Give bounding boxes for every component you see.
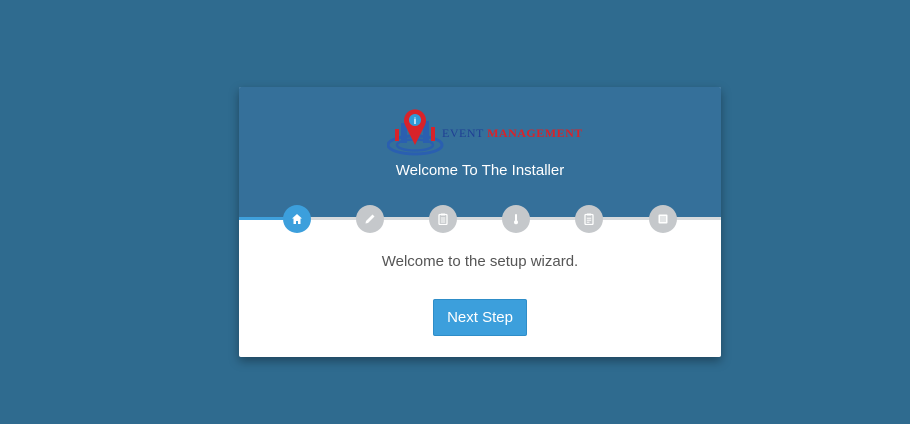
card-header: i EVENT MANAGEMENT Welcome To The Instal…: [239, 87, 721, 219]
step-home[interactable]: [283, 205, 311, 233]
step-list[interactable]: [649, 205, 677, 233]
map-pin-building-icon: i: [387, 109, 444, 156]
step-thermometer[interactable]: [502, 205, 530, 233]
logo-word-management: MANAGEMENT: [487, 126, 583, 140]
clipboard-list-icon: [584, 213, 594, 225]
clipboard-icon: [438, 213, 448, 225]
event-management-logo: i EVENT MANAGEMENT: [387, 105, 582, 157]
list-icon: [658, 214, 668, 224]
step-clipboard-list[interactable]: [575, 205, 603, 233]
logo-pin-letter: i: [414, 116, 417, 126]
home-icon: [292, 214, 302, 224]
pencil-icon: [365, 214, 375, 224]
installer-title: Welcome To The Installer: [395, 162, 565, 179]
welcome-message: Welcome to the setup wizard.: [381, 253, 579, 270]
thermometer-icon: [514, 214, 518, 225]
installer-card: i EVENT MANAGEMENT Welcome To The Instal…: [239, 87, 721, 357]
step-clipboard[interactable]: [429, 205, 457, 233]
logo-word-event: EVENT: [442, 126, 484, 140]
logo-wordmark: EVENT MANAGEMENT: [442, 126, 583, 141]
next-step-button[interactable]: Next Step: [433, 299, 527, 336]
step-pencil[interactable]: [356, 205, 384, 233]
